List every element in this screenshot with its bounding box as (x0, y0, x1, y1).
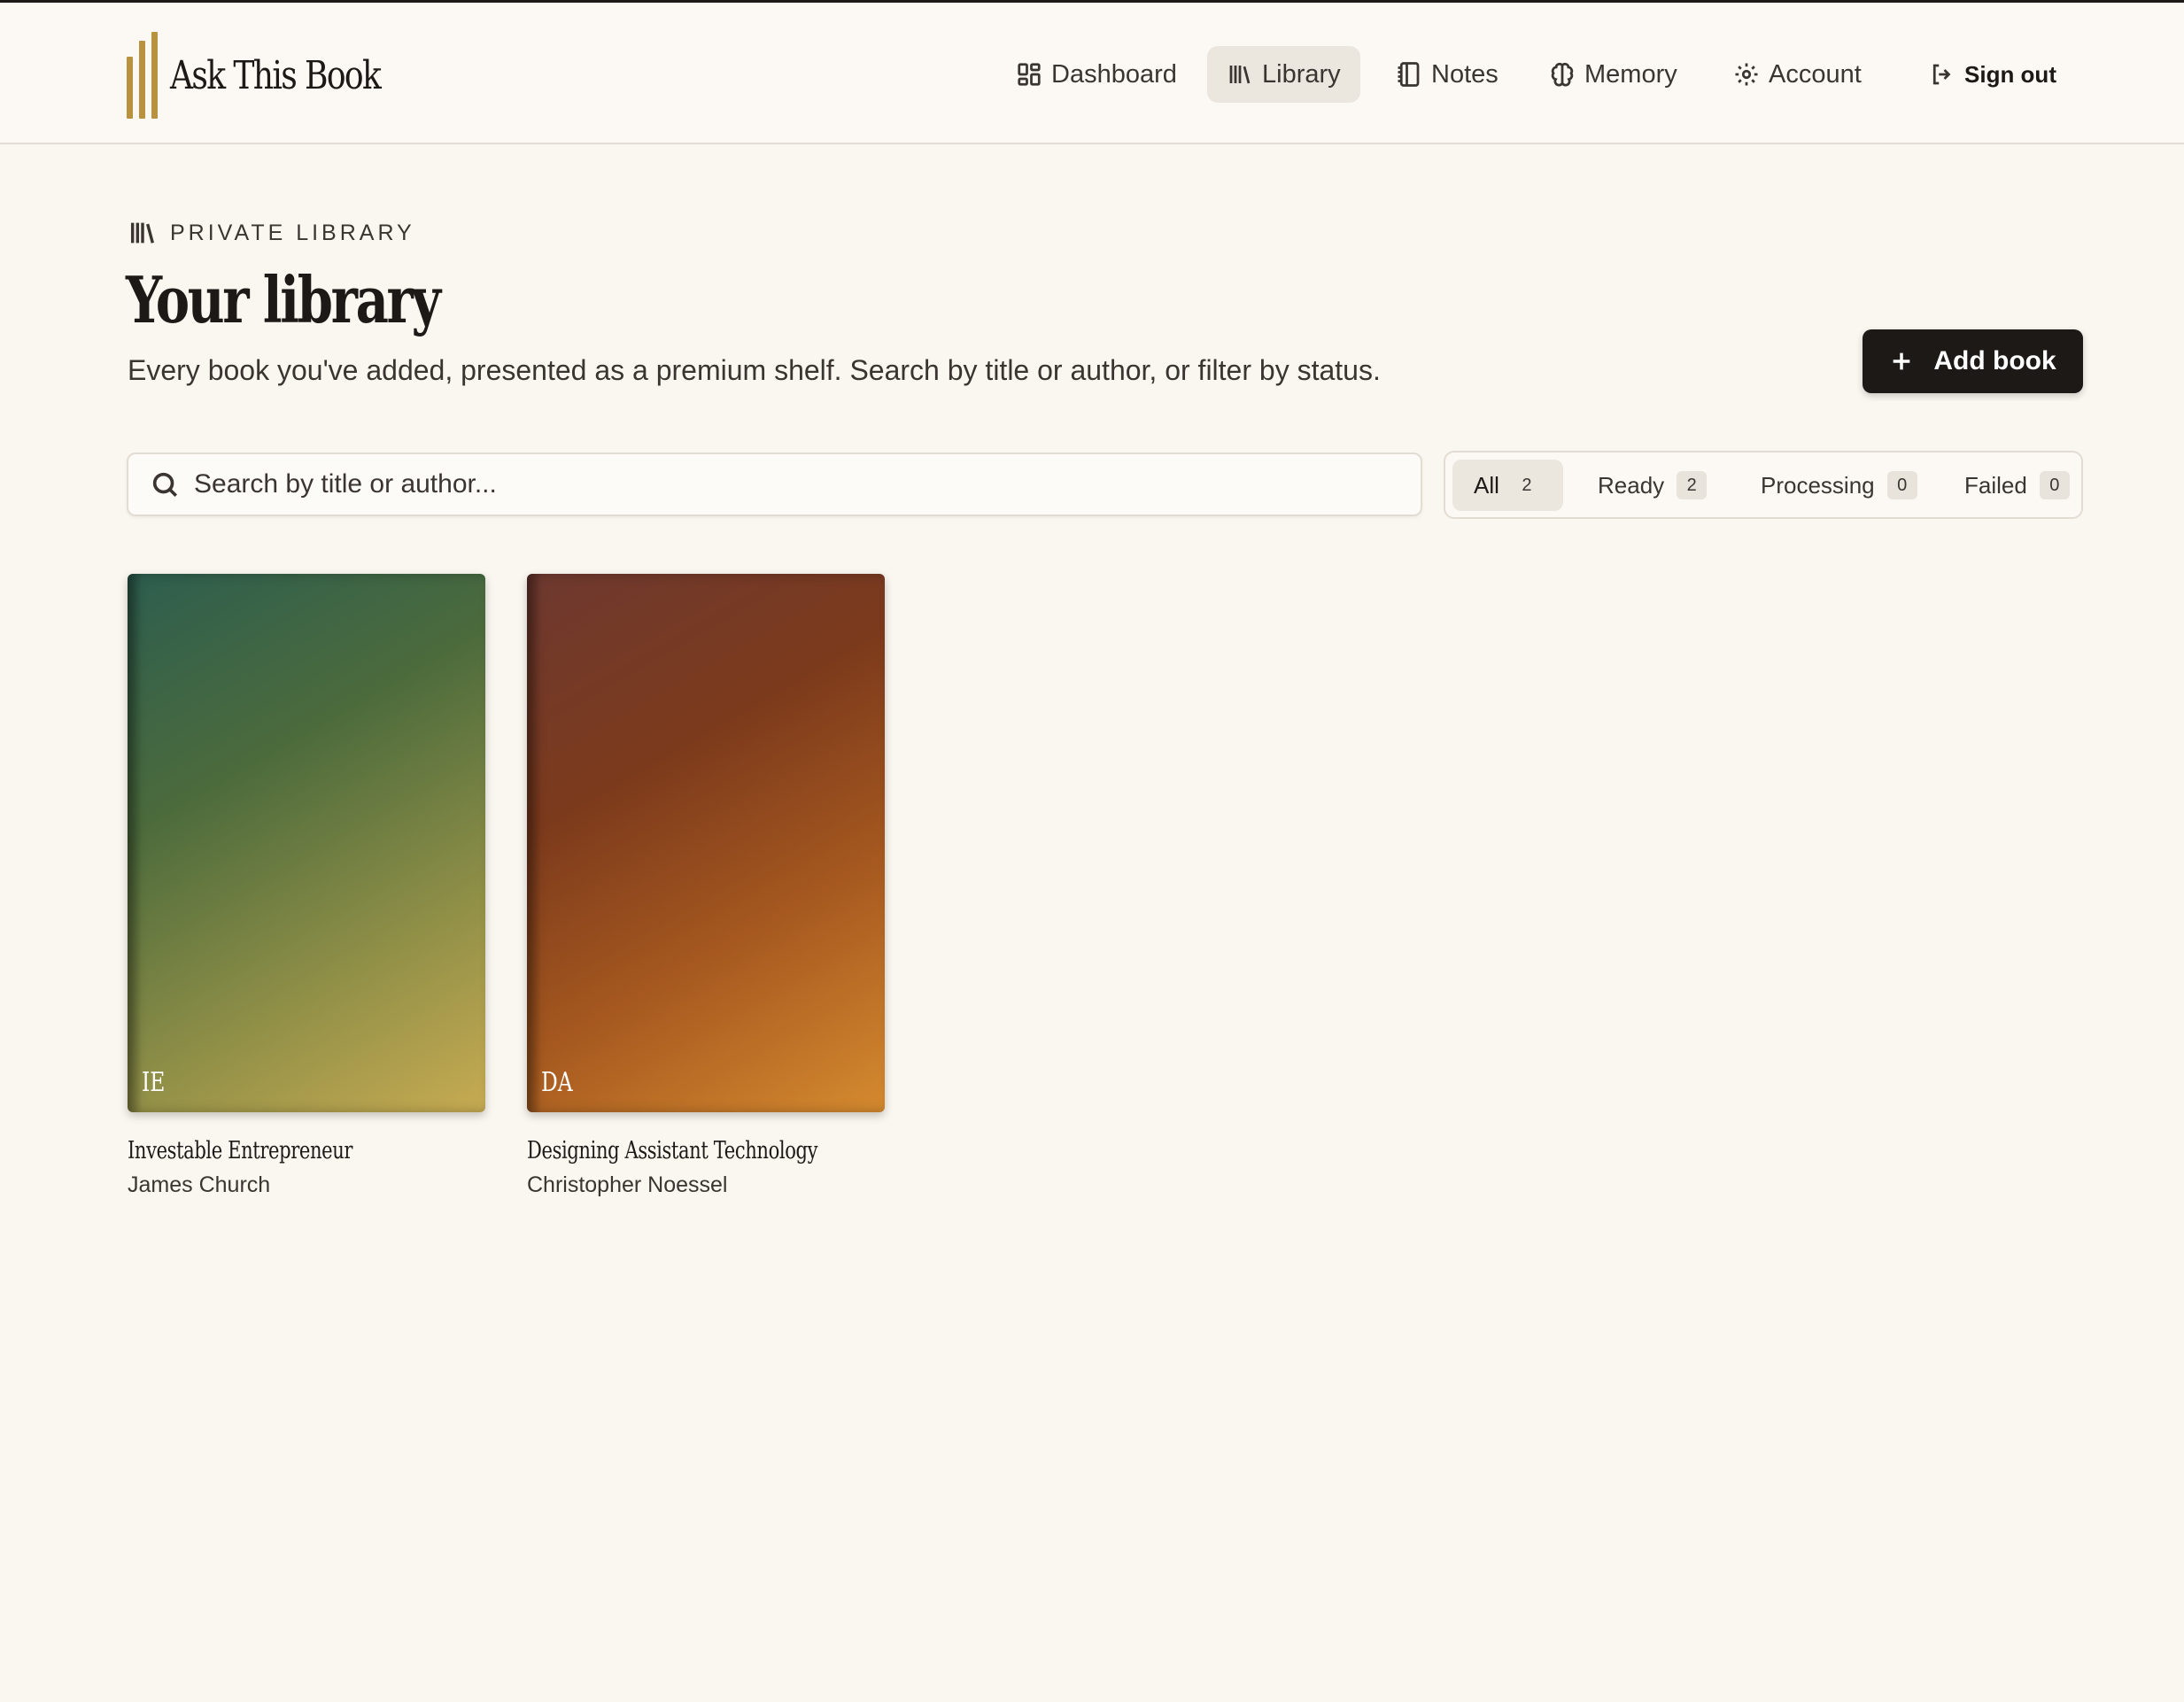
library-icon (1229, 66, 1251, 84)
filter-processing[interactable]: Processing 0 (1739, 460, 1939, 511)
book-card[interactable]: IE Investable Entrepreneur James Church (128, 574, 485, 1198)
page-title: Your library (126, 262, 441, 337)
dashboard-icon (1018, 63, 1041, 86)
plus-icon (1894, 352, 1910, 370)
nav-dashboard[interactable]: Dashboard (996, 46, 1197, 103)
status-filter-group: All 2 Ready 2 Processing 0 Failed 0 (1444, 451, 2083, 519)
filter-count: 0 (1886, 471, 1917, 499)
section-eyebrow: PRIVATE LIBRARY (128, 218, 415, 248)
nav-library[interactable]: Library (1207, 46, 1360, 103)
book-cover[interactable]: DA (527, 574, 885, 1112)
eyebrow-label: PRIVATE LIBRARY (170, 220, 415, 245)
notebook-icon (1398, 62, 1420, 87)
nav-notes[interactable]: Notes (1376, 46, 1518, 103)
nav-label: Memory (1584, 59, 1677, 89)
filter-count: 0 (2039, 471, 2070, 499)
filter-label: Failed (1964, 471, 2027, 499)
sign-out-button[interactable]: Sign out (1909, 46, 2076, 103)
filter-all[interactable]: All 2 (1452, 460, 1563, 511)
filter-count: 2 (1677, 471, 1708, 499)
app-name: Ask This Book (170, 52, 382, 98)
nav-account[interactable]: Account (1714, 46, 1881, 103)
book-card[interactable]: DA Designing Assistant Technology Christ… (527, 574, 885, 1198)
book-author: James Church (128, 1172, 271, 1197)
nav-label: Dashboard (1051, 59, 1177, 89)
filter-label: All (1474, 471, 1499, 499)
filter-ready[interactable]: Ready 2 (1576, 460, 1728, 511)
nav-label: Account (1769, 59, 1862, 89)
add-book-button[interactable]: Add book (1863, 329, 2083, 393)
search-box (127, 453, 1422, 516)
book-author: Christopher Noessel (527, 1172, 728, 1197)
top-navbar: Ask This Book Dashboard Library Notes Me… (0, 0, 2184, 144)
nav-memory[interactable]: Memory (1530, 46, 1697, 103)
filter-failed[interactable]: Failed 0 (1943, 460, 2091, 511)
sign-out-icon (1932, 64, 1951, 85)
brain-icon (1551, 62, 1574, 87)
search-input[interactable] (194, 469, 1345, 499)
sign-out-label: Sign out (1964, 60, 2056, 88)
book-cover[interactable]: IE (128, 574, 485, 1112)
gear-icon (1735, 63, 1758, 86)
search-icon (152, 472, 178, 498)
library-icon (130, 222, 154, 244)
book-title: Investable Entrepreneur (128, 1137, 353, 1164)
book-initials: DA (541, 1067, 573, 1098)
logo-bars-icon (127, 32, 158, 119)
brand-logo[interactable]: Ask This Book (127, 31, 426, 120)
filter-count: 2 (1522, 475, 1532, 495)
nav-label: Notes (1431, 59, 1499, 89)
filter-label: Processing (1761, 471, 1875, 499)
add-book-label: Add book (1933, 346, 2056, 375)
nav-label: Library (1262, 59, 1341, 89)
book-initials: IE (142, 1067, 166, 1098)
book-title: Designing Assistant Technology (527, 1137, 818, 1164)
filter-label: Ready (1598, 471, 1665, 499)
page-subtitle: Every book you've added, presented as a … (128, 354, 1381, 386)
